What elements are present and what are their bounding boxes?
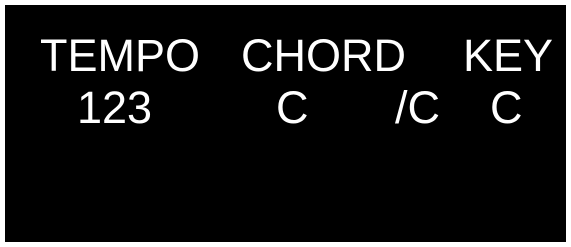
chord-root-value: C xyxy=(276,82,309,133)
key-value: C xyxy=(490,82,523,133)
tempo-header: TEMPO xyxy=(40,30,201,81)
tempo-value: 123 xyxy=(77,82,153,133)
chord-header: CHORD xyxy=(241,30,406,81)
chord-bass-value: /C xyxy=(395,82,440,133)
lcd-display: TEMPO CHORD KEY 123 C /C C xyxy=(5,5,566,242)
key-header: KEY xyxy=(463,30,554,81)
